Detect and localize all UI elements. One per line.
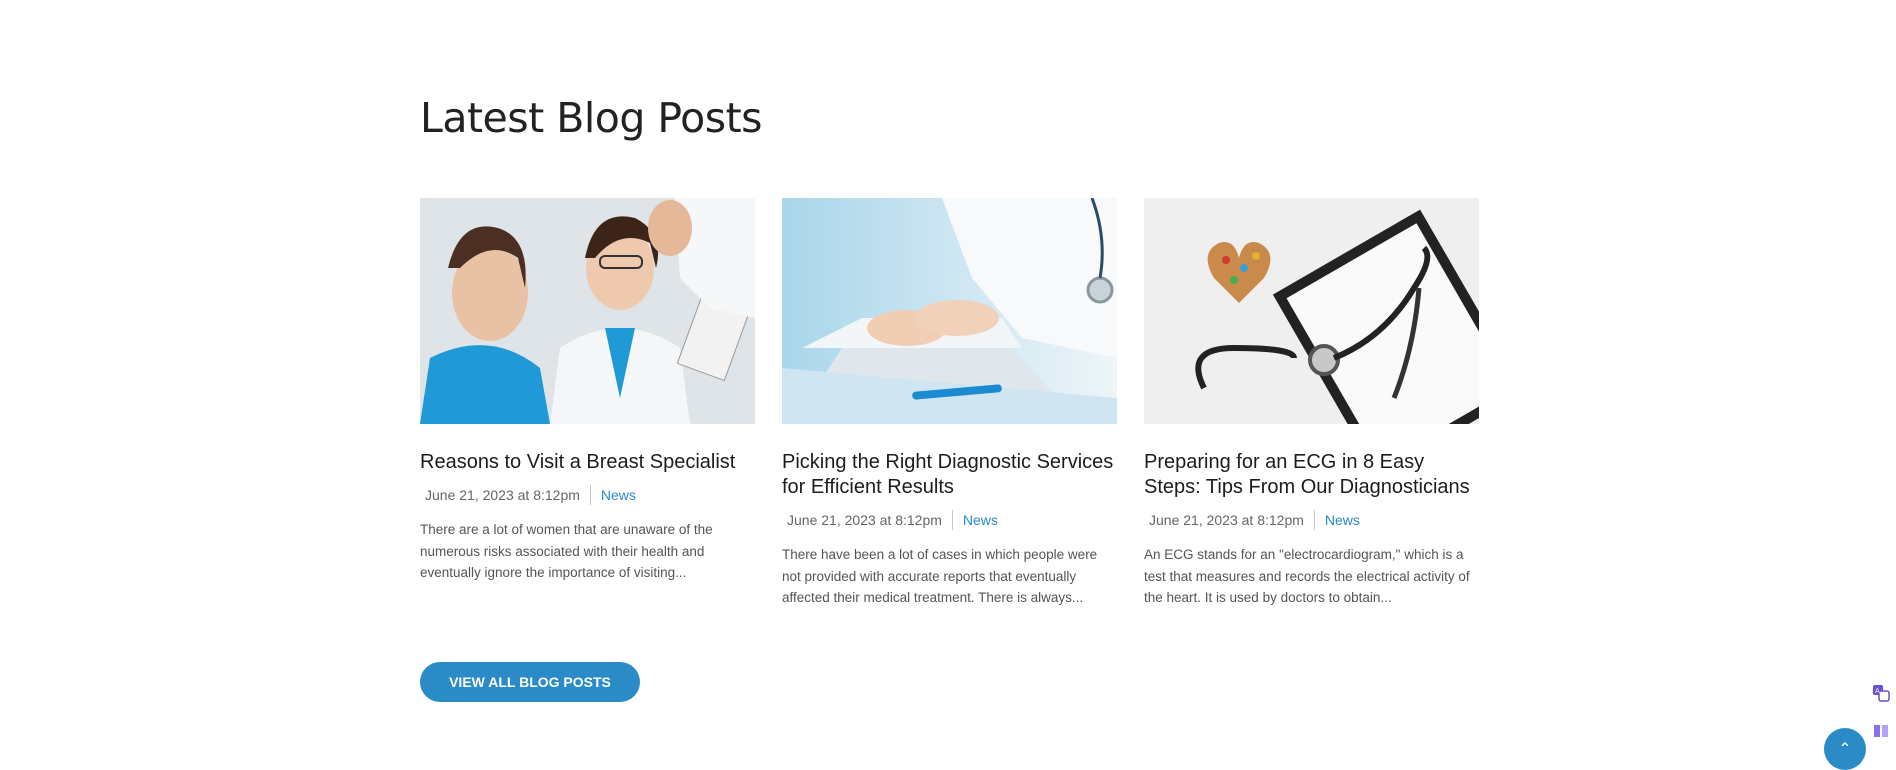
chevron-up-icon: ⌃: [1838, 741, 1852, 758]
post-date: June 21, 2023 at 8:12pm: [1144, 510, 1315, 530]
post-title[interactable]: Picking the Right Diagnostic Services fo…: [782, 450, 1117, 500]
post-date: June 21, 2023 at 8:12pm: [420, 485, 591, 505]
section-title: Latest Blog Posts: [420, 94, 763, 142]
view-all-blog-posts-button[interactable]: VIEW ALL BLOG POSTS: [420, 662, 640, 702]
post-category-link[interactable]: News: [1315, 512, 1360, 528]
translate-icon[interactable]: A: [1870, 682, 1892, 704]
svg-text:A: A: [1875, 687, 1880, 695]
post-date: June 21, 2023 at 8:12pm: [782, 510, 953, 530]
blog-card: Reasons to Visit a Breast Specialist Jun…: [420, 198, 755, 597]
blog-card: Preparing for an ECG in 8 Easy Steps: Ti…: [1144, 198, 1479, 622]
blog-card: Picking the Right Diagnostic Services fo…: [782, 198, 1117, 622]
post-meta: June 21, 2023 at 8:12pm News: [1144, 510, 1479, 530]
post-title[interactable]: Reasons to Visit a Breast Specialist: [420, 450, 755, 475]
scroll-to-top-button[interactable]: ⌃: [1824, 728, 1866, 770]
post-category-link[interactable]: News: [953, 512, 998, 528]
post-excerpt: There have been a lot of cases in which …: [782, 547, 1098, 605]
post-meta: June 21, 2023 at 8:12pm News: [420, 485, 755, 505]
post-excerpt: An ECG stands for an "electrocardiogram,…: [1144, 547, 1470, 605]
post-image[interactable]: [782, 198, 1117, 424]
post-title[interactable]: Preparing for an ECG in 8 Easy Steps: Ti…: [1144, 450, 1479, 500]
post-image[interactable]: [420, 198, 755, 424]
book-icon[interactable]: [1870, 720, 1892, 742]
post-excerpt: There are a lot of women that are unawar…: [420, 522, 713, 580]
post-meta: June 21, 2023 at 8:12pm News: [782, 510, 1117, 530]
post-image[interactable]: [1144, 198, 1479, 424]
post-category-link[interactable]: News: [591, 487, 636, 503]
